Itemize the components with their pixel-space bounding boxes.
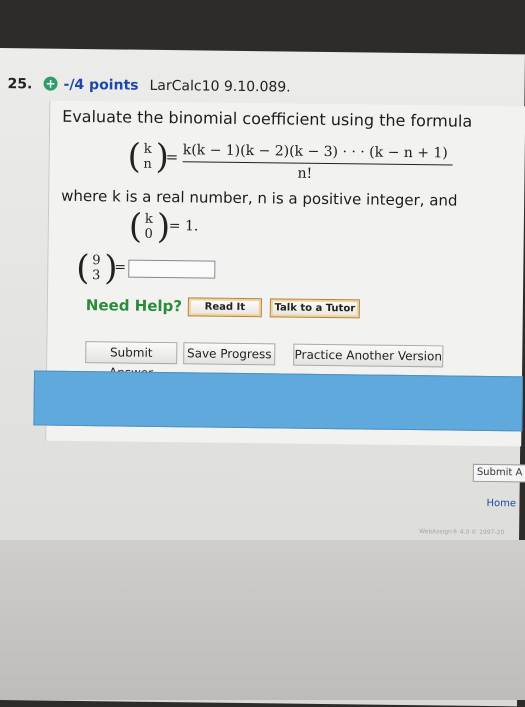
assignment-submit-bar: [33, 370, 524, 432]
problem-where: where k is a real number, n is a positiv…: [61, 186, 458, 210]
formula-equals: =: [165, 148, 179, 167]
submit-assignment-button[interactable]: Submit A: [472, 463, 525, 483]
fraction-bar: [182, 161, 453, 166]
screen-bottom-area: [0, 540, 525, 700]
binomial-9-3: ( 9 3 ): [76, 247, 118, 289]
question-number: 25.: [7, 76, 33, 93]
formula-numerator: k(k − 1)(k − 2)(k − 3) · · · (k − n + 1): [182, 142, 448, 162]
binomial-k0: ( k 0 ): [128, 206, 171, 248]
save-progress-button[interactable]: Save Progress: [183, 342, 276, 366]
answer-input[interactable]: [128, 259, 216, 279]
home-link[interactable]: Home: [486, 498, 516, 509]
talk-to-tutor-button[interactable]: Talk to a Tutor: [269, 298, 360, 319]
binom-9-top: 9: [92, 253, 101, 269]
question-source: LarCalc10 9.10.089.: [149, 77, 291, 96]
binom-3-bottom: 3: [91, 268, 101, 284]
practice-another-button[interactable]: Practice Another Version: [293, 343, 444, 368]
question-points: -/4 points: [63, 76, 139, 94]
binom-k0-bottom: 0: [144, 226, 153, 242]
base-value: = 1.: [168, 218, 199, 235]
problem-intro: Evaluate the binomial coefficient using …: [62, 106, 473, 131]
submit-answer-button[interactable]: Submit Answer: [85, 341, 178, 380]
binom-bottom: n: [143, 156, 152, 172]
binom-k0-top: k: [144, 211, 153, 227]
binomial-kn: ( k n ): [127, 136, 170, 178]
ask-equals: =: [114, 259, 127, 276]
formula-denominator: n!: [297, 165, 313, 182]
binom-top: k: [143, 141, 152, 157]
need-help-label: Need Help?: [85, 296, 183, 316]
footer-copyright: WebAssign® 4.0 © 1997-20: [419, 528, 505, 537]
plus-icon[interactable]: +: [43, 76, 58, 91]
read-it-button[interactable]: Read It: [187, 297, 262, 318]
